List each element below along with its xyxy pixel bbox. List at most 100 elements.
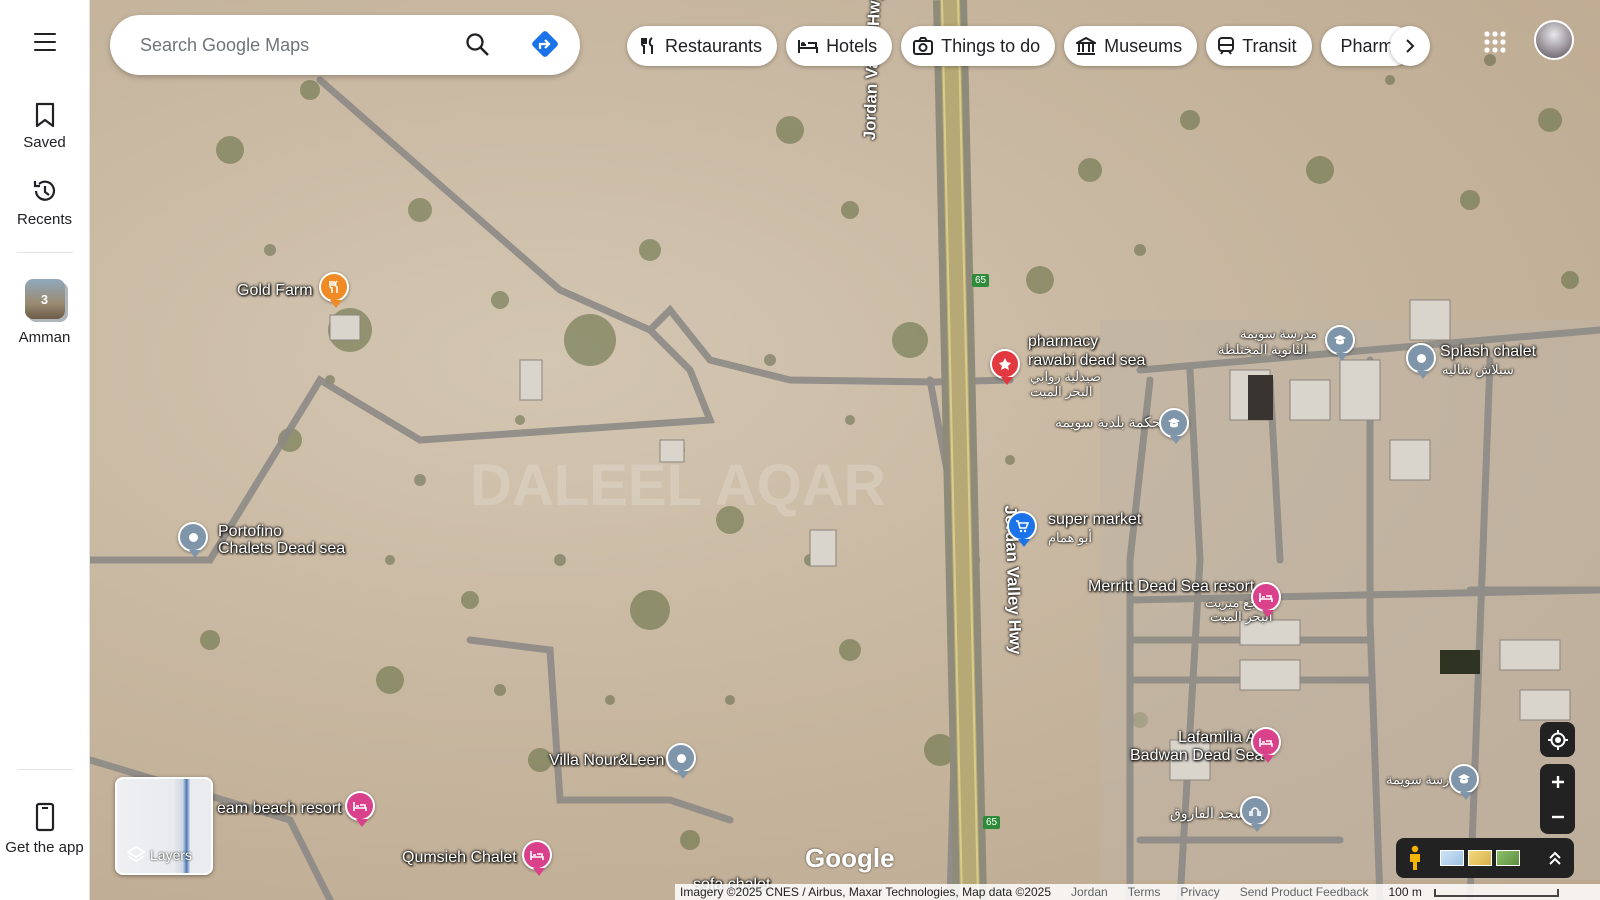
- school-icon: [1458, 774, 1470, 784]
- chip-restaurants[interactable]: Restaurants: [627, 26, 778, 66]
- hotel-icon: [353, 802, 367, 811]
- place-label-school-ar[interactable]: مدرسة سويمة: [1240, 326, 1317, 341]
- chip-things-to-do[interactable]: Things to do: [901, 26, 1056, 66]
- terms-link[interactable]: Terms: [1128, 885, 1161, 899]
- my-location-button[interactable]: [1540, 722, 1575, 757]
- account-avatar[interactable]: [1534, 20, 1574, 60]
- get-app-label: Get the app: [5, 839, 84, 856]
- chips-next-button[interactable]: [1390, 26, 1430, 66]
- place-label-lafamilia[interactable]: Lafamilia Al: [1178, 729, 1260, 747]
- map-terrain: DALEEL AQAR: [90, 0, 1600, 900]
- layers-label: Layers: [150, 847, 193, 863]
- shopping-pin[interactable]: [1007, 511, 1037, 547]
- place-pin[interactable]: [178, 522, 208, 558]
- my-location-icon: [1547, 729, 1568, 750]
- history-icon: [33, 180, 55, 201]
- place-label-super-market[interactable]: super market: [1048, 511, 1141, 529]
- chip-label: Restaurants: [665, 35, 763, 56]
- hotel-icon: [1259, 593, 1273, 602]
- place-label-pharmacy[interactable]: pharmacy: [1028, 333, 1098, 351]
- train-icon: [1218, 37, 1235, 55]
- hotel-pin[interactable]: [1251, 582, 1281, 618]
- chevron-up-double-icon[interactable]: [1548, 850, 1562, 866]
- satellite-map[interactable]: DALEEL AQAR Jordan Valley Hwy Jordan Val…: [90, 0, 1600, 900]
- sidebar: Saved Recents 3 Amman Get the app: [0, 0, 90, 900]
- school-pin[interactable]: [1449, 764, 1479, 800]
- zoom-in-button[interactable]: [1540, 764, 1575, 799]
- government-icon: [1168, 418, 1180, 428]
- place-pin[interactable]: [666, 743, 696, 779]
- region-link[interactable]: Jordan: [1071, 885, 1108, 899]
- directions-icon[interactable]: [530, 29, 560, 59]
- highway-shield: 65: [983, 816, 1001, 829]
- school-icon: [1334, 335, 1346, 345]
- fork-knife-icon: [329, 280, 338, 293]
- privacy-link[interactable]: Privacy: [1180, 885, 1219, 899]
- traffic-layer-thumb[interactable]: [1440, 850, 1464, 866]
- place-pin[interactable]: [1406, 343, 1436, 379]
- watermark: DALEEL AQAR: [470, 453, 886, 518]
- hotel-pin[interactable]: [1251, 727, 1281, 763]
- send-feedback-link[interactable]: Send Product Feedback: [1240, 885, 1369, 899]
- google-logo: Google: [805, 843, 895, 873]
- attribution: Imagery ©2025 CNES / Airbus, Maxar Techn…: [680, 885, 1051, 899]
- place-label-lafamilia-2[interactable]: Badwan Dead Sea: [1130, 747, 1263, 765]
- place-label-qumsieh[interactable]: Qumsieh Chalet: [402, 849, 517, 867]
- transit-layer-thumb[interactable]: [1468, 850, 1492, 866]
- restaurant-pin[interactable]: [319, 272, 349, 308]
- hamburger-menu-icon[interactable]: [30, 30, 60, 54]
- pharmacy-pin[interactable]: [990, 349, 1020, 385]
- chip-museums[interactable]: Museums: [1064, 26, 1198, 66]
- map-footer: Imagery ©2025 CNES / Airbus, Maxar Techn…: [675, 884, 1600, 900]
- place-label-splash-chalet[interactable]: Splash chalet: [1440, 343, 1536, 361]
- place-label-pharmacy-name[interactable]: rawabi dead sea: [1028, 352, 1145, 370]
- place-label-portofino-2[interactable]: Chalets Dead sea: [218, 540, 345, 558]
- hotel-pin[interactable]: [345, 791, 375, 827]
- sidebar-item-saved[interactable]: Saved: [0, 102, 90, 151]
- camera-icon: [913, 37, 934, 55]
- bookmark-icon: [35, 102, 54, 128]
- scale-label[interactable]: 100 m: [1388, 885, 1559, 899]
- chip-label: Hotels: [826, 35, 878, 56]
- layers-button[interactable]: Layers: [115, 777, 213, 875]
- hotel-icon: [1259, 738, 1273, 747]
- place-label-beach-resort[interactable]: eam beach resort: [217, 800, 342, 818]
- map-bottom-tray: [1396, 838, 1574, 878]
- chip-label: Things to do: [941, 35, 1041, 56]
- search-input[interactable]: [140, 34, 440, 56]
- museum-icon: [1076, 37, 1097, 55]
- chip-label: Museums: [1104, 35, 1183, 56]
- place-label-merritt[interactable]: Merritt Dead Sea resort: [1088, 578, 1254, 596]
- get-the-app-button[interactable]: Get the app: [0, 802, 90, 858]
- sidebar-item-label: Amman: [18, 329, 71, 346]
- place-label-court-ar[interactable]: محكمة بلدية سويمه: [1055, 415, 1168, 430]
- sidebar-item-label: Recents: [16, 211, 73, 228]
- place-label-villa[interactable]: Villa Nour&Leen: [549, 752, 664, 770]
- sidebar-item-recents[interactable]: Recents: [0, 177, 90, 228]
- scale-text: 100 m: [1388, 885, 1422, 899]
- zoom-out-button[interactable]: [1540, 799, 1575, 834]
- mosque-icon: [1249, 807, 1261, 816]
- chip-hotels[interactable]: Hotels: [786, 26, 893, 66]
- chip-transit[interactable]: Transit: [1206, 26, 1312, 66]
- layers-label-wrap: Layers: [127, 846, 192, 864]
- google-apps-icon[interactable]: [1482, 29, 1508, 55]
- plus-icon: [1551, 775, 1564, 788]
- sidebar-item-amman[interactable]: 3 Amman: [0, 279, 90, 346]
- chip-label: Transit: [1242, 35, 1297, 56]
- pharmacy-icon: [999, 358, 1011, 370]
- place-label-portofino[interactable]: Portofino: [218, 523, 282, 541]
- place-label-pharmacy-ar-2: البحر الميت: [1030, 384, 1093, 399]
- layers-icon: [127, 846, 145, 863]
- place-label-gold-farm[interactable]: Gold Farm: [237, 282, 313, 300]
- place-label-splash-ar: سبلاش شاليه: [1442, 362, 1514, 377]
- hotel-pin[interactable]: [522, 840, 552, 876]
- search-icon[interactable]: [465, 32, 491, 58]
- terrain-layer-thumb[interactable]: [1496, 850, 1520, 866]
- pegman-icon[interactable]: [1408, 845, 1422, 871]
- place-label-super-market-ar: أبو همام: [1048, 530, 1092, 545]
- mosque-pin[interactable]: [1240, 796, 1270, 832]
- court-pin[interactable]: [1159, 408, 1189, 444]
- school-pin[interactable]: [1325, 325, 1355, 361]
- chevron-right-icon: [1406, 39, 1415, 53]
